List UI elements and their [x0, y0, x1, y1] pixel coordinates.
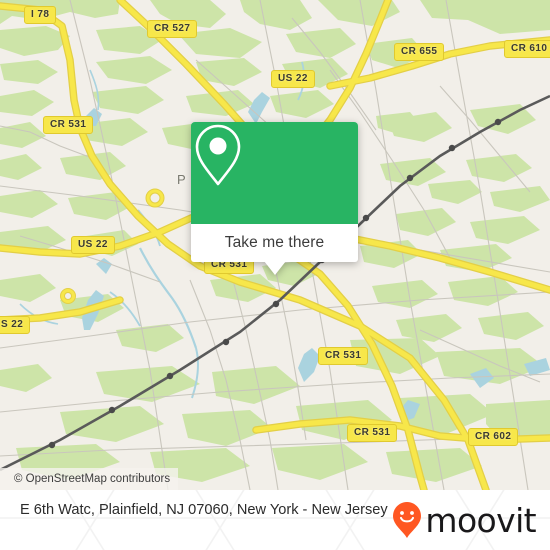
road-shield-cr655[interactable]: CR 655 [394, 43, 445, 61]
road-shield-cr531-c[interactable]: CR 531 [318, 347, 369, 365]
take-me-there-label: Take me there [224, 234, 325, 251]
location-title: E 6th Watc, Plainfield, NJ 07060, New Yo… [20, 502, 388, 518]
moovit-smiley-pin-icon [393, 502, 422, 538]
moovit-wordmark: moovit [425, 500, 536, 540]
popup-tail [263, 261, 286, 275]
road-shield-us22-c[interactable]: S 22 [0, 316, 31, 334]
location-pin-icon [195, 124, 241, 186]
moovit-logo[interactable]: moovit [392, 500, 537, 540]
road-shield-us22-a[interactable]: US 22 [271, 70, 315, 88]
footer-bar: E 6th Watc, Plainfield, NJ 07060, New Yo… [0, 490, 550, 550]
osm-attribution[interactable]: © OpenStreetMap contributors [0, 468, 179, 490]
map-canvas[interactable]: P I 78 CR 527 CR 655 CR 610 US 22 CR 531… [0, 0, 550, 490]
destination-popup[interactable]: Take me there [191, 122, 358, 275]
popup-icon-area [191, 122, 358, 224]
place-label-plainfield: P [177, 172, 186, 187]
road-shield-cr602[interactable]: CR 602 [468, 428, 519, 446]
road-shield-cr527[interactable]: CR 527 [147, 20, 198, 38]
map-screenshot: P I 78 CR 527 CR 655 CR 610 US 22 CR 531… [0, 0, 550, 550]
road-shield-cr531-a[interactable]: CR 531 [43, 116, 94, 134]
road-shield-i78[interactable]: I 78 [24, 6, 57, 24]
road-shield-us22-b[interactable]: US 22 [71, 236, 115, 254]
road-shield-cr531-d[interactable]: CR 531 [347, 424, 398, 442]
road-shield-cr610[interactable]: CR 610 [504, 40, 550, 58]
popup-action-area[interactable]: Take me there [191, 224, 358, 275]
